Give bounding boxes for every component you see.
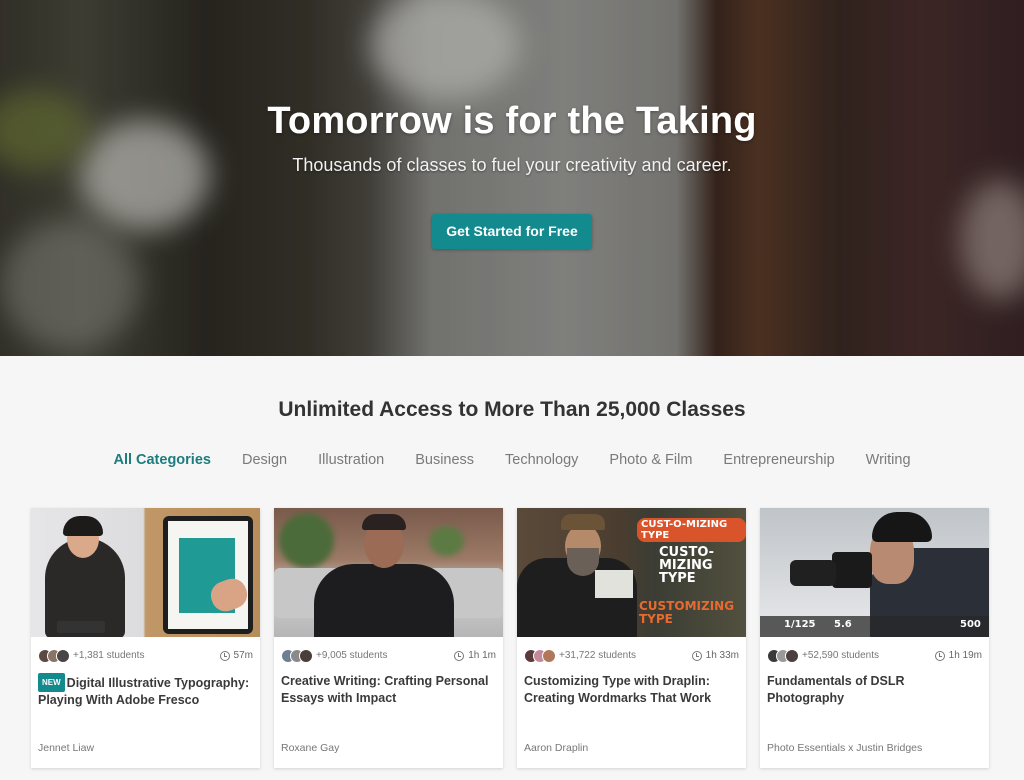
- new-badge: NEW: [38, 673, 65, 692]
- clock-icon: [454, 650, 465, 661]
- duration: 1h 19m: [934, 650, 982, 661]
- class-card[interactable]: +9,005 students 1h 1m Creative Writing: …: [274, 508, 503, 768]
- tab-photo-film[interactable]: Photo & Film: [609, 452, 692, 468]
- duration-text: 57m: [233, 650, 253, 661]
- tab-writing[interactable]: Writing: [866, 452, 911, 468]
- class-author[interactable]: Jennet Liaw: [38, 742, 94, 754]
- iso: 500: [960, 619, 981, 630]
- instructor-body: [314, 564, 454, 637]
- aperture: 5.6: [834, 619, 852, 630]
- class-author[interactable]: Photo Essentials x Justin Bridges: [767, 742, 922, 754]
- duration: 1h 33m: [691, 650, 739, 661]
- instructor-hair: [362, 514, 406, 530]
- student-avatars: +1,381 students: [38, 648, 145, 663]
- duration: 57m: [219, 650, 253, 661]
- class-author[interactable]: Aaron Draplin: [524, 742, 588, 754]
- class-card[interactable]: 1/125 5.6 500 +52,590 students 1h 19m Fu…: [760, 508, 989, 768]
- type-sample-2: CUSTO-MIZING TYPE: [659, 545, 715, 586]
- hero-title: Tomorrow is for the Taking: [267, 100, 757, 142]
- camera-lens: [790, 560, 836, 586]
- tab-all-categories[interactable]: All Categories: [113, 452, 211, 468]
- section-title: Unlimited Access to More Than 25,000 Cla…: [278, 398, 746, 421]
- paper-sketch: [595, 570, 633, 598]
- clock-icon: [219, 650, 230, 661]
- tab-entrepreneurship[interactable]: Entrepreneurship: [723, 452, 834, 468]
- class-card-list: +1,381 students 57m NEW Digital Illustrat…: [31, 508, 989, 768]
- class-author[interactable]: Roxane Gay: [281, 742, 339, 754]
- instructor-portrait-image[interactable]: [274, 508, 503, 637]
- class-title[interactable]: NEW Digital Illustrative Typography: Play…: [31, 667, 260, 709]
- instructor-hat: [561, 514, 605, 530]
- instructor-hair: [63, 516, 103, 536]
- class-title-text: Digital Illustrative Typography: Playing…: [38, 676, 250, 707]
- duration-text: 1h 1m: [468, 650, 496, 661]
- clock-icon: [691, 650, 702, 661]
- class-card[interactable]: CUST-O-MIZING TYPE CUSTO-MIZING TYPE CUS…: [517, 508, 746, 768]
- student-avatars: +52,590 students: [767, 648, 880, 663]
- camera-photographer-image[interactable]: 1/125 5.6 500: [760, 508, 989, 637]
- class-title[interactable]: Fundamentals of DSLR Photography: [760, 667, 989, 707]
- class-title[interactable]: Creative Writing: Crafting Personal Essa…: [274, 667, 503, 707]
- tab-business[interactable]: Business: [415, 452, 474, 468]
- shutter-speed: 1/125: [784, 619, 816, 630]
- duration-text: 1h 19m: [948, 650, 982, 661]
- tab-illustration[interactable]: Illustration: [318, 452, 384, 468]
- tab-design[interactable]: Design: [242, 452, 287, 468]
- duration: 1h 1m: [454, 650, 496, 661]
- plant: [429, 526, 464, 556]
- photographer-beanie: [872, 512, 932, 542]
- type-sample-1: CUST-O-MIZING TYPE: [637, 518, 746, 542]
- plant: [279, 513, 334, 568]
- class-title[interactable]: Customizing Type with Draplin: Creating …: [517, 667, 746, 707]
- class-card[interactable]: +1,381 students 57m NEW Digital Illustrat…: [31, 508, 260, 768]
- type-sample-3: CUSTOMIZING TYPE: [639, 599, 735, 626]
- student-count: +52,590 students: [802, 650, 880, 661]
- custom-type-image[interactable]: CUST-O-MIZING TYPE CUSTO-MIZING TYPE CUS…: [517, 508, 746, 637]
- duration-text: 1h 33m: [705, 650, 739, 661]
- avatar: [785, 648, 799, 663]
- student-count: +31,722 students: [559, 650, 637, 661]
- tab-technology[interactable]: Technology: [505, 452, 578, 468]
- tablet-drawing-image[interactable]: [31, 508, 260, 637]
- category-tabs: All Categories Design Illustration Busin…: [0, 452, 1024, 468]
- student-avatars: +9,005 students: [281, 648, 388, 663]
- hero-banner: Tomorrow is for the Taking Thousands of …: [0, 0, 1024, 356]
- get-started-button[interactable]: Get Started for Free: [432, 214, 592, 249]
- student-count: +1,381 students: [73, 650, 145, 661]
- clock-icon: [934, 650, 945, 661]
- avatar: [299, 648, 313, 663]
- hero-subtitle: Thousands of classes to fuel your creati…: [292, 155, 732, 175]
- camera-body: [832, 552, 872, 588]
- avatar: [542, 648, 556, 663]
- avatar: [56, 648, 70, 663]
- student-avatars: +31,722 students: [524, 648, 637, 663]
- tablet-small: [57, 621, 105, 633]
- student-count: +9,005 students: [316, 650, 388, 661]
